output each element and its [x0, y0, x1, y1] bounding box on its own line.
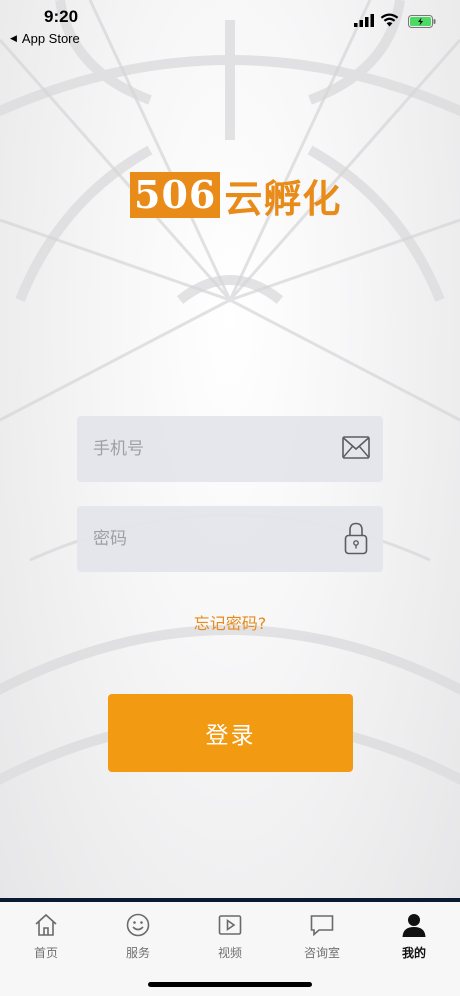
tab-consult-label: 咨询室 — [303, 946, 340, 960]
cellular-signal-icon — [354, 14, 374, 27]
tab-home-label: 首页 — [33, 946, 58, 960]
login-screen: 9:20 ◀ App Store 506 云孵化 手机号 忘记密码? 登录 首页… — [0, 0, 460, 996]
tab-service[interactable]: 服务 — [92, 902, 184, 964]
phone-input[interactable] — [93, 416, 333, 482]
app-logo: 506 云孵化 — [130, 172, 341, 221]
tab-mine[interactable]: 我的 — [368, 902, 460, 964]
password-field — [77, 506, 383, 572]
smile-icon — [126, 913, 150, 937]
tab-video[interactable]: 视频 — [184, 902, 276, 964]
envelope-icon — [342, 436, 370, 459]
home-icon — [35, 913, 57, 936]
home-indicator[interactable] — [148, 982, 312, 987]
login-button[interactable]: 登录 — [108, 694, 353, 772]
tab-service-label: 服务 — [125, 946, 150, 960]
chat-icon — [310, 915, 334, 937]
wifi-icon — [380, 13, 399, 27]
phone-field — [77, 416, 383, 482]
battery-icon — [408, 15, 436, 28]
forgot-password-link[interactable]: 忘记密码? — [0, 610, 460, 634]
back-app-label: App Store — [21, 31, 80, 46]
back-to-app-link[interactable]: ◀ App Store — [10, 31, 80, 46]
logo-number: 506 — [130, 172, 221, 218]
tab-video-label: 视频 — [217, 946, 242, 960]
video-play-icon — [218, 915, 242, 935]
password-input[interactable] — [93, 506, 333, 572]
user-icon — [402, 914, 426, 937]
status-bar: 9:20 ◀ App Store — [0, 0, 460, 50]
tab-mine-label: 我的 — [401, 946, 426, 960]
back-arrow-icon: ◀ — [10, 33, 17, 43]
tab-home[interactable]: 首页 — [0, 902, 92, 964]
lock-icon — [344, 522, 368, 555]
tab-consult[interactable]: 咨询室 — [276, 902, 368, 964]
status-time: 9:20 — [44, 7, 79, 26]
logo-name: 云孵化 — [224, 175, 342, 221]
